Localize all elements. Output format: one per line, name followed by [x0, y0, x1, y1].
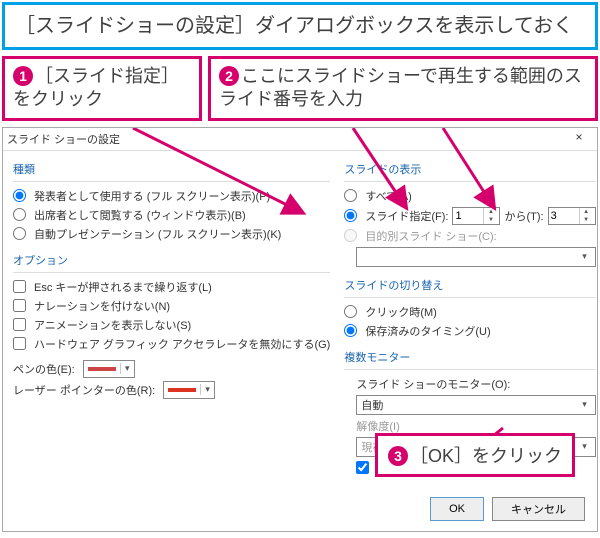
from-input[interactable] [453, 208, 483, 224]
dialog: スライド ショーの設定 × 種類 発表者として使用する (フル スクリーン表示)… [2, 127, 598, 532]
radio-click-label: クリック時(M) [365, 304, 437, 320]
callout-1: 1［スライド指定］をクリック [2, 56, 202, 121]
custom-show-combo: ▾ [356, 247, 595, 267]
radio-range-label: スライド指定(F): [365, 208, 448, 224]
radio-range[interactable] [344, 209, 357, 222]
ok-button[interactable]: OK [430, 497, 484, 521]
group-show-title: スライドの表示 [344, 161, 595, 177]
spin-up-icon[interactable]: ▲ [484, 208, 497, 216]
callout-2-number: 2 [219, 66, 239, 86]
callout-1-number: 1 [13, 66, 33, 86]
group-advance-title: スライドの切り替え [344, 277, 595, 293]
radio-all-label: すべて(A) [365, 188, 411, 204]
check-hwaccel[interactable] [13, 337, 26, 350]
radio-custom-label: 目的別スライド ショー(C): [365, 228, 496, 244]
callout-1-text: ［スライド指定］をクリック [13, 66, 179, 109]
close-button[interactable]: × [565, 130, 593, 148]
callout-2-text: ここにスライドショーで再生する範囲のスライド番号を入力 [219, 66, 582, 109]
to-spinbox[interactable]: ▲▼ [548, 207, 596, 225]
check-narration[interactable] [13, 299, 26, 312]
chevron-down-icon: ▾ [200, 384, 214, 395]
pen-color-combo[interactable]: ▾ [83, 360, 135, 378]
radio-browse-label: 出席者として閲覧する (ウィンドウ表示)(B) [34, 207, 246, 223]
radio-presenter[interactable] [13, 189, 26, 202]
check-esc[interactable] [13, 280, 26, 293]
cancel-button[interactable]: キャンセル [492, 497, 585, 521]
callout-3-text: ［OK］をクリック [410, 446, 562, 466]
chevron-down-icon: ▾ [577, 441, 593, 452]
monitor-label: スライド ショーのモニター(O): [356, 376, 510, 392]
chevron-down-icon: ▾ [577, 251, 593, 262]
group-monitor-title: 複数モニター [344, 349, 595, 365]
spin-down-icon[interactable]: ▼ [580, 216, 593, 224]
radio-all[interactable] [344, 189, 357, 202]
check-hwaccel-label: ハードウェア グラフィック アクセラレータを無効にする(G) [34, 336, 330, 352]
dialog-buttons: OK キャンセル [3, 489, 597, 531]
radio-presenter-label: 発表者として使用する (フル スクリーン表示)(P) [34, 188, 270, 204]
radio-browse[interactable] [13, 208, 26, 221]
chevron-down-icon: ▾ [120, 363, 134, 374]
radio-auto[interactable] [13, 227, 26, 240]
check-presenter-view[interactable] [356, 461, 369, 474]
laser-color-label: レーザー ポインターの色(R): [13, 382, 155, 398]
check-narration-label: ナレーションを付けない(N) [34, 298, 170, 314]
resolution-label: 解像度(I) [356, 418, 399, 434]
radio-timing[interactable] [344, 324, 357, 337]
chevron-down-icon: ▾ [577, 399, 593, 410]
spin-down-icon[interactable]: ▼ [484, 216, 497, 224]
monitor-value: 自動 [361, 397, 383, 413]
check-animation-label: アニメーションを表示しない(S) [34, 317, 191, 333]
monitor-combo[interactable]: 自動 ▾ [356, 395, 595, 415]
left-column: 種類 発表者として使用する (フル スクリーン表示)(P) 出席者として閲覧する… [13, 157, 330, 479]
radio-auto-label: 自動プレゼンテーション (フル スクリーン表示)(K) [34, 226, 281, 242]
callout-3-number: 3 [388, 446, 408, 466]
callout-3: 3［OK］をクリック [375, 433, 575, 477]
to-input[interactable] [549, 208, 579, 224]
right-column: スライドの表示 すべて(A) スライド指定(F): ▲▼ から(T): ▲▼ 目… [344, 157, 595, 479]
check-animation[interactable] [13, 318, 26, 331]
group-option-title: オプション [13, 252, 330, 268]
dialog-titlebar: スライド ショーの設定 × [3, 128, 597, 151]
dialog-title: スライド ショーの設定 [7, 131, 120, 147]
instruction-banner: ［スライドショーの設定］ダイアログボックスを表示しておく [2, 2, 598, 50]
radio-timing-label: 保存済みのタイミング(U) [365, 323, 490, 339]
to-label: から(T): [504, 208, 543, 224]
radio-custom [344, 229, 357, 242]
from-spinbox[interactable]: ▲▼ [452, 207, 500, 225]
laser-color-combo[interactable]: ▾ [163, 381, 215, 399]
radio-click[interactable] [344, 305, 357, 318]
pen-color-label: ペンの色(E): [13, 361, 75, 377]
group-type-title: 種類 [13, 161, 330, 177]
callout-2: 2ここにスライドショーで再生する範囲のスライド番号を入力 [208, 56, 598, 121]
spin-up-icon[interactable]: ▲ [580, 208, 593, 216]
callouts-row: 1［スライド指定］をクリック 2ここにスライドショーで再生する範囲のスライド番号… [2, 56, 598, 121]
check-esc-label: Esc キーが押されるまで繰り返す(L) [34, 279, 212, 295]
